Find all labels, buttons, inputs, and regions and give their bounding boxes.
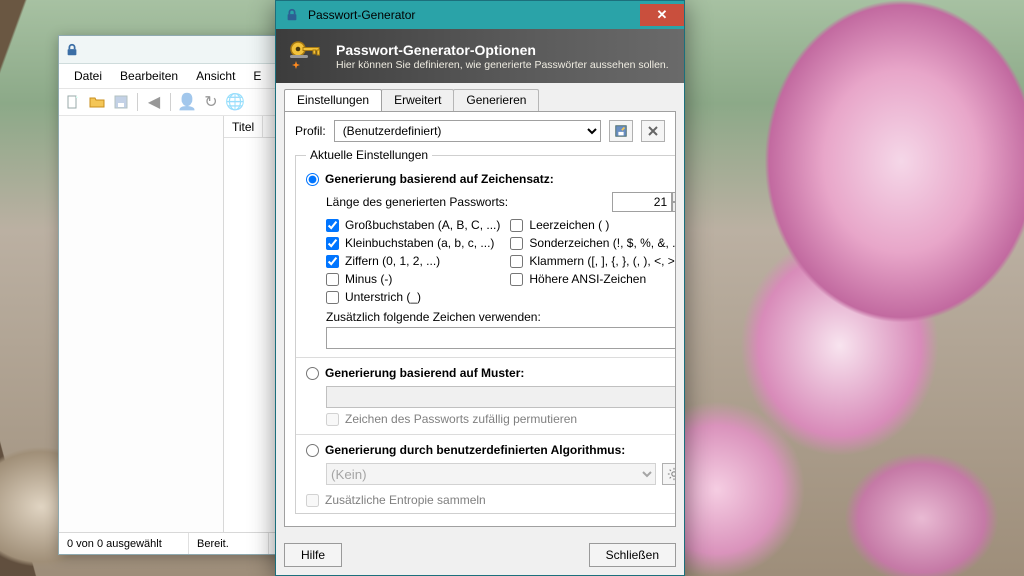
radio-pattern[interactable] (306, 367, 319, 380)
algorithm-settings-button[interactable] (662, 463, 676, 485)
check-underscore[interactable] (326, 291, 339, 304)
delete-profile-button[interactable] (641, 120, 665, 142)
check-digits-label: Ziffern (0, 1, 2, ...) (345, 254, 440, 268)
check-lowercase[interactable] (326, 237, 339, 250)
tab-advanced[interactable]: Erweitert (381, 89, 454, 111)
save-profile-button[interactable] (609, 120, 633, 142)
new-file-icon[interactable] (63, 92, 83, 112)
banner-subtitle: Hier können Sie definieren, wie generier… (336, 59, 669, 71)
password-generator-dialog: Passwort-Generator ✕ Passwort-Generator-… (275, 0, 685, 576)
column-title[interactable]: Titel (224, 116, 263, 137)
check-brackets[interactable] (510, 255, 523, 268)
length-step-down[interactable]: ▼ (672, 202, 676, 212)
check-minus[interactable] (326, 273, 339, 286)
radio-algorithm[interactable] (306, 444, 319, 457)
check-permute-label: Zeichen des Passworts zufällig permutier… (345, 412, 577, 426)
length-step-up[interactable]: ▲ (672, 192, 676, 202)
length-label: Länge des generierten Passworts: (326, 195, 508, 209)
dialog-titlebar[interactable]: Passwort-Generator ✕ (276, 1, 684, 29)
check-digits[interactable] (326, 255, 339, 268)
app-lock-icon (65, 43, 79, 57)
key-sparkle-icon (286, 37, 324, 75)
group-legend: Aktuelle Einstellungen (306, 148, 432, 162)
check-minus-label: Minus (-) (345, 272, 392, 286)
algorithm-select[interactable]: (Kein) (326, 463, 656, 485)
check-uppercase[interactable] (326, 219, 339, 232)
pattern-input[interactable] (326, 386, 676, 408)
profile-select[interactable]: (Benutzerdefiniert) (334, 120, 601, 142)
check-lowercase-label: Kleinbuchstaben (a, b, c, ...) (345, 236, 494, 250)
check-brackets-label: Klammern ([, ], {, }, (, ), <, >) (529, 254, 676, 268)
check-ansi-label: Höhere ANSI-Zeichen (529, 272, 646, 286)
close-dialog-button[interactable]: Schließen (589, 543, 676, 567)
open-folder-icon[interactable] (87, 92, 107, 112)
current-settings-group: Aktuelle Einstellungen Generierung basie… (295, 148, 676, 514)
check-uppercase-label: Großbuchstaben (A, B, C, ...) (345, 218, 500, 232)
toolbar-separator (170, 93, 171, 111)
share-icon[interactable]: ◀ (144, 92, 164, 112)
tab-strip: Einstellungen Erweitert Generieren (276, 83, 684, 111)
refresh-icon[interactable]: ↻ (201, 92, 221, 112)
app-lock-icon (282, 5, 302, 25)
radio-charset-label: Generierung basierend auf Zeichensatz: (325, 172, 554, 186)
extra-chars-input[interactable] (326, 327, 676, 349)
radio-algorithm-label: Generierung durch benutzerdefinierten Al… (325, 443, 625, 457)
status-ready: Bereit. (189, 533, 269, 554)
profile-label: Profil: (295, 124, 326, 138)
tree-pane[interactable] (59, 116, 224, 532)
save-icon[interactable] (111, 92, 131, 112)
check-space-label: Leerzeichen ( ) (529, 218, 609, 232)
banner: Passwort-Generator-Optionen Hier können … (276, 29, 684, 83)
toolbar-separator (137, 93, 138, 111)
radio-charset[interactable] (306, 173, 319, 186)
separator (296, 434, 676, 435)
tab-generate[interactable]: Generieren (453, 89, 539, 111)
tab-settings[interactable]: Einstellungen (284, 89, 382, 111)
user-icon[interactable]: 👤 (177, 92, 197, 112)
check-ansi[interactable] (510, 273, 523, 286)
check-space[interactable] (510, 219, 523, 232)
check-entropy-label: Zusätzliche Entropie sammeln (325, 493, 486, 507)
check-special-label: Sonderzeichen (!, $, %, &, ...) (529, 236, 676, 250)
dialog-title: Passwort-Generator (308, 8, 415, 22)
tabpanel-settings: Profil: (Benutzerdefiniert) Aktuelle Ein… (284, 111, 676, 527)
banner-heading: Passwort-Generator-Optionen (336, 42, 669, 58)
help-button[interactable]: Hilfe (284, 543, 342, 567)
check-special[interactable] (510, 237, 523, 250)
check-entropy[interactable] (306, 494, 319, 507)
check-permute[interactable] (326, 413, 339, 426)
check-underscore-label: Unterstrich (_) (345, 290, 421, 304)
close-button[interactable]: ✕ (640, 4, 684, 26)
length-input[interactable] (612, 192, 672, 212)
radio-pattern-label: Generierung basierend auf Muster: (325, 366, 524, 380)
menu-view[interactable]: Ansicht (187, 66, 244, 86)
extra-chars-label: Zusätzlich folgende Zeichen verwenden: (326, 310, 676, 324)
dialog-footer: Hilfe Schließen (276, 535, 684, 575)
globe-icon[interactable]: 🌐 (225, 92, 245, 112)
status-selection: 0 von 0 ausgewählt (59, 533, 189, 554)
separator (296, 357, 676, 358)
menu-edit[interactable]: Bearbeiten (111, 66, 187, 86)
menu-file[interactable]: Datei (65, 66, 111, 86)
menu-extras[interactable]: E (244, 66, 270, 86)
